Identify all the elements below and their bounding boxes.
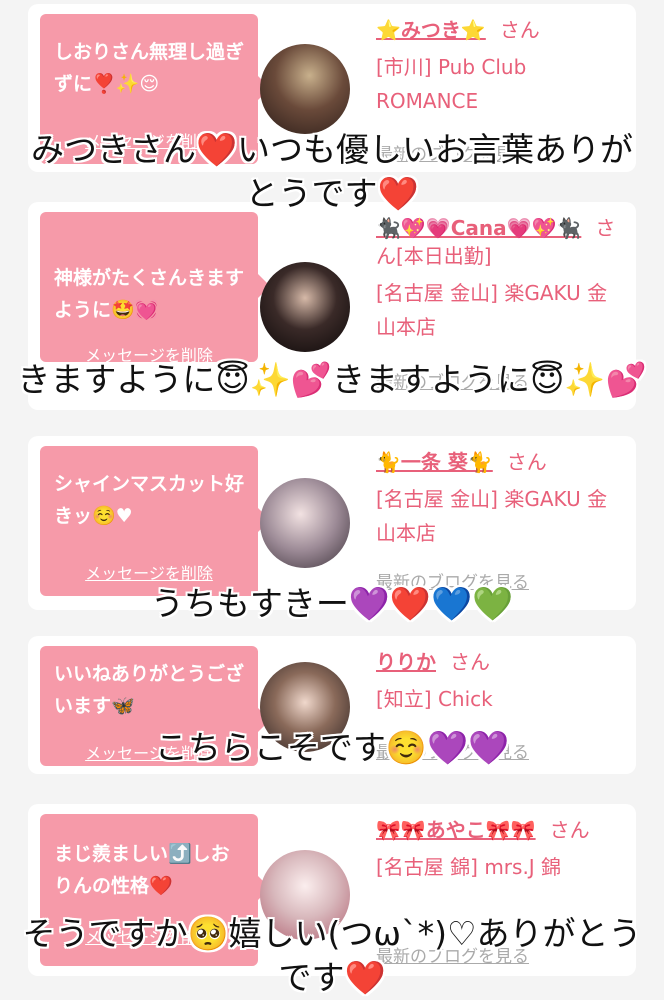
reply-caption: こちらこそです☺️💜💜	[154, 728, 510, 767]
avatar[interactable]	[260, 262, 350, 352]
delete-message-link[interactable]: メッセージを削除	[40, 560, 258, 584]
message-text: まじ羨ましい⤴️しおりんの性格❤️	[54, 843, 230, 897]
message-bubble: シャインマスカット好きッ☺️♥ メッセージを削除	[40, 446, 270, 596]
reply-caption: きますように😇✨💕きますように😇✨💕	[17, 360, 647, 399]
sender-info: 🐈‍⬛💖💗Cana💗💖🐈‍⬛ さん[本日出勤] [名古屋 金山] 楽GAKU 金山…	[376, 214, 626, 344]
sender-name-link[interactable]: 🐈‍⬛💖💗Cana💗💖🐈‍⬛	[376, 216, 581, 240]
sender-info: 🐈一条 葵🐈 さん [名古屋 金山] 楽GAKU 金山本店	[376, 448, 626, 550]
sender-name-link[interactable]: ⭐️みつき⭐️	[376, 18, 486, 42]
message-bubble: 神様がたくさんきますように🤩💓 メッセージを削除	[40, 212, 270, 365]
sender-name-link[interactable]: 🎀🎀あやこ🎀🎀	[376, 818, 536, 842]
sender-info: 🎀🎀あやこ🎀🎀 さん [名古屋 錦] mrs.J 錦	[376, 816, 606, 884]
shop-name: [知立] Chick	[376, 687, 493, 711]
shop-name: [名古屋 錦] mrs.J 錦	[376, 855, 562, 879]
san-label: さん	[506, 450, 547, 474]
message-text: 神様がたくさんきますように🤩💓	[54, 267, 245, 321]
reply-caption: みつきさん❤️いつも優しいお言葉ありがとうです❤️	[30, 130, 634, 213]
sender-info: ⭐️みつき⭐️ さん [市川] Pub Club ROMANCE	[376, 16, 626, 118]
shop-name: [名古屋 金山] 楽GAKU 金山本店	[376, 487, 608, 545]
sender-name-link[interactable]: 🐈一条 葵🐈	[376, 450, 493, 474]
san-label: さん	[450, 650, 490, 674]
reply-caption: うちもすきー💜❤️💙💚	[150, 584, 514, 623]
shop-name: [名古屋 金山] 楽GAKU 金山本店	[376, 281, 608, 339]
avatar[interactable]	[260, 478, 350, 568]
sender-info: りりか さん [知立] Chick	[376, 648, 626, 716]
sender-name-link[interactable]: りりか	[376, 650, 436, 674]
avatar[interactable]	[260, 44, 350, 134]
shop-name: [市川] Pub Club ROMANCE	[376, 55, 527, 113]
san-label: さん	[549, 818, 590, 842]
message-text: しおりさん無理し過ぎずに❣️✨😌	[54, 41, 245, 95]
message-text: いいねありがとうございます🦋	[54, 663, 245, 717]
working-today-badge: [本日出勤]	[396, 244, 492, 268]
reply-caption: そうですか🥺嬉しい(つω`*)♡ありがとうです❤️	[22, 914, 642, 997]
message-text: シャインマスカット好きッ☺️♥	[54, 473, 245, 527]
san-label: さん	[499, 18, 540, 42]
